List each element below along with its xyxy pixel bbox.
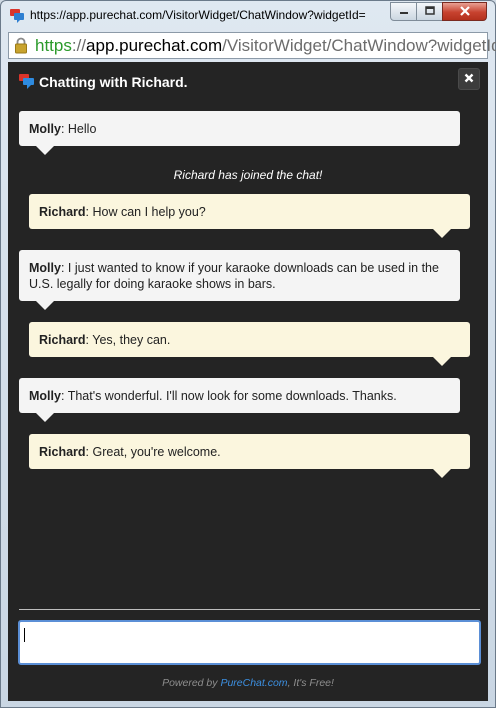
system-message: Richard has joined the chat! [173,168,323,182]
footer-suffix: , It's Free! [287,677,334,689]
message-body: That's wonderful. I'll now look for some… [67,388,397,403]
title-bar[interactable]: https://app.purechat.com/VisitorWidget/C… [1,1,495,29]
purechat-link[interactable]: PureChat.com [220,677,287,689]
window-title: https://app.purechat.com/VisitorWidget/C… [30,8,366,22]
message-body: Yes, they can. [92,332,171,347]
powered-by-footer: Powered by PureChat.com, It's Free! [8,677,488,689]
message-sender: Richard [39,204,86,219]
message-text: Richard: Yes, they can. [39,332,171,347]
minimize-button[interactable] [390,2,417,21]
url-separator: :// [71,36,87,55]
bubble-tail [36,301,54,310]
url-path: /VisitorWidget/ChatWindow?widgetId= [222,36,496,55]
message-sender: Molly [29,260,61,275]
message-sender: Richard [39,444,86,459]
minimize-icon [399,3,409,21]
browser-popup-window: https://app.purechat.com/VisitorWidget/C… [0,0,496,708]
close-icon [464,70,474,88]
bubble-tail [433,469,451,478]
chat-message-visitor: Molly: Hello [19,111,460,146]
maximize-button[interactable] [416,2,443,21]
message-text: Richard: Great, you're welcome. [39,444,221,459]
message-sender: Richard [39,332,86,347]
close-chat-button[interactable] [458,68,480,90]
chat-message-operator: Richard: Yes, they can. [29,322,470,357]
divider [19,609,480,610]
bubble-tail [36,146,54,155]
message-body: How can I help you? [92,204,206,219]
maximize-icon [424,3,435,21]
footer-prefix: Powered by [162,677,218,689]
close-icon [459,3,471,21]
bubble-tail [433,357,451,366]
message-sender: Molly [29,388,61,403]
message-body: Great, you're welcome. [92,444,221,459]
message-sender: Molly [29,121,61,136]
window-close-button[interactable] [442,2,487,21]
chat-app-icon [9,7,25,23]
message-text: Molly: That's wonderful. I'll now look f… [29,388,397,403]
chat-bubbles-icon [19,73,35,94]
text-caret [24,628,25,642]
message-body: I just wanted to know if your karaoke do… [29,260,439,291]
chat-message-operator: Richard: Great, you're welcome. [29,434,470,469]
lock-icon [14,37,28,59]
message-text: Molly: Hello [29,121,97,136]
bubble-tail [36,413,54,422]
chat-message-visitor: Molly: I just wanted to know if your kar… [19,250,460,301]
chat-header: Chatting with Richard. [8,62,488,102]
message-text: Molly: I just wanted to know if your kar… [29,260,439,291]
bubble-tail [433,229,451,238]
chat-message-operator: Richard: How can I help you? [29,194,470,229]
message-body: Hello [67,121,97,136]
chat-message-visitor: Molly: That's wonderful. I'll now look f… [19,378,460,413]
message-input[interactable] [18,620,481,665]
url-host: app.purechat.com [86,36,223,55]
message-text: Richard: How can I help you? [39,204,206,219]
chat-widget: Chatting with Richard. Molly: Hello Rich… [8,62,488,701]
url-scheme: https [35,36,72,55]
address-bar[interactable]: https://app.purechat.com/VisitorWidget/C… [8,32,496,59]
url-text: https://app.purechat.com/VisitorWidget/C… [35,36,496,56]
chat-title: Chatting with Richard. [39,74,188,90]
